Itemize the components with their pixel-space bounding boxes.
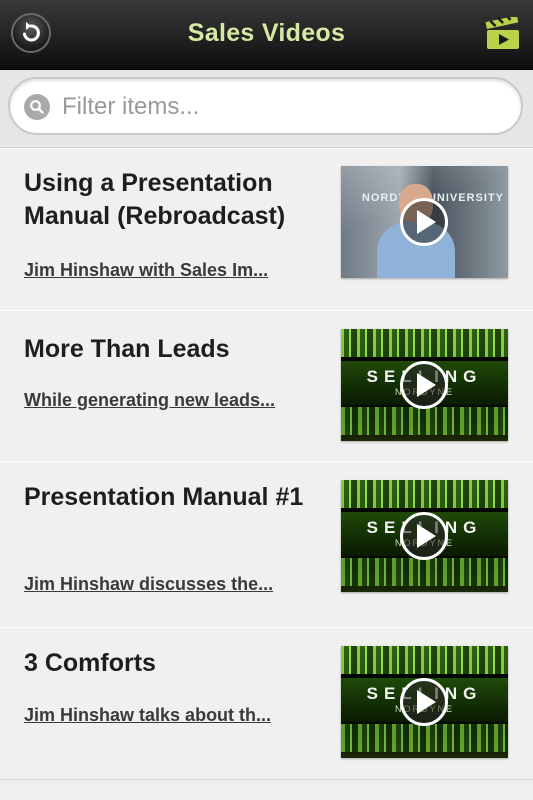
clapperboard-button[interactable]: [485, 13, 521, 51]
video-title: More Than Leads: [24, 335, 230, 363]
nav-bar: Sales Videos: [0, 0, 533, 70]
video-title: 3 Comforts: [24, 649, 156, 677]
video-thumbnail[interactable]: SELLING NORDYNE: [341, 480, 508, 592]
clapperboard-icon: [485, 13, 519, 49]
video-description[interactable]: Jim Hinshaw discusses the...: [24, 574, 309, 595]
video-title: Using a Presentation Manual (Rebroadcast…: [24, 169, 286, 230]
play-icon[interactable]: [400, 678, 448, 726]
list-item[interactable]: 3 Comforts Jim Hinshaw talks about th...…: [0, 627, 533, 780]
page-title: Sales Videos: [187, 19, 346, 47]
search-bar: [0, 70, 533, 148]
video-thumbnail[interactable]: SELLING NORDYNE: [341, 329, 508, 441]
search-input[interactable]: [60, 87, 504, 127]
video-thumbnail[interactable]: NORDYNE UNIVERSITY: [341, 166, 508, 278]
video-description[interactable]: Jim Hinshaw with Sales Im...: [24, 260, 309, 281]
play-icon[interactable]: [400, 361, 448, 409]
video-title: Presentation Manual #1: [24, 483, 304, 511]
play-icon[interactable]: [400, 512, 448, 560]
list-item[interactable]: Using a Presentation Manual (Rebroadcast…: [0, 148, 533, 311]
video-description[interactable]: Jim Hinshaw talks about th...: [24, 705, 309, 726]
search-icon: [24, 94, 50, 120]
list-item[interactable]: More Than Leads While generating new lea…: [0, 310, 533, 462]
list-item[interactable]: Presentation Manual #1 Jim Hinshaw discu…: [0, 461, 533, 628]
search-field[interactable]: [8, 77, 523, 135]
video-thumbnail[interactable]: SELLING NORDYNE: [341, 646, 508, 758]
play-icon[interactable]: [400, 198, 448, 246]
video-description[interactable]: While generating new leads...: [24, 390, 309, 411]
